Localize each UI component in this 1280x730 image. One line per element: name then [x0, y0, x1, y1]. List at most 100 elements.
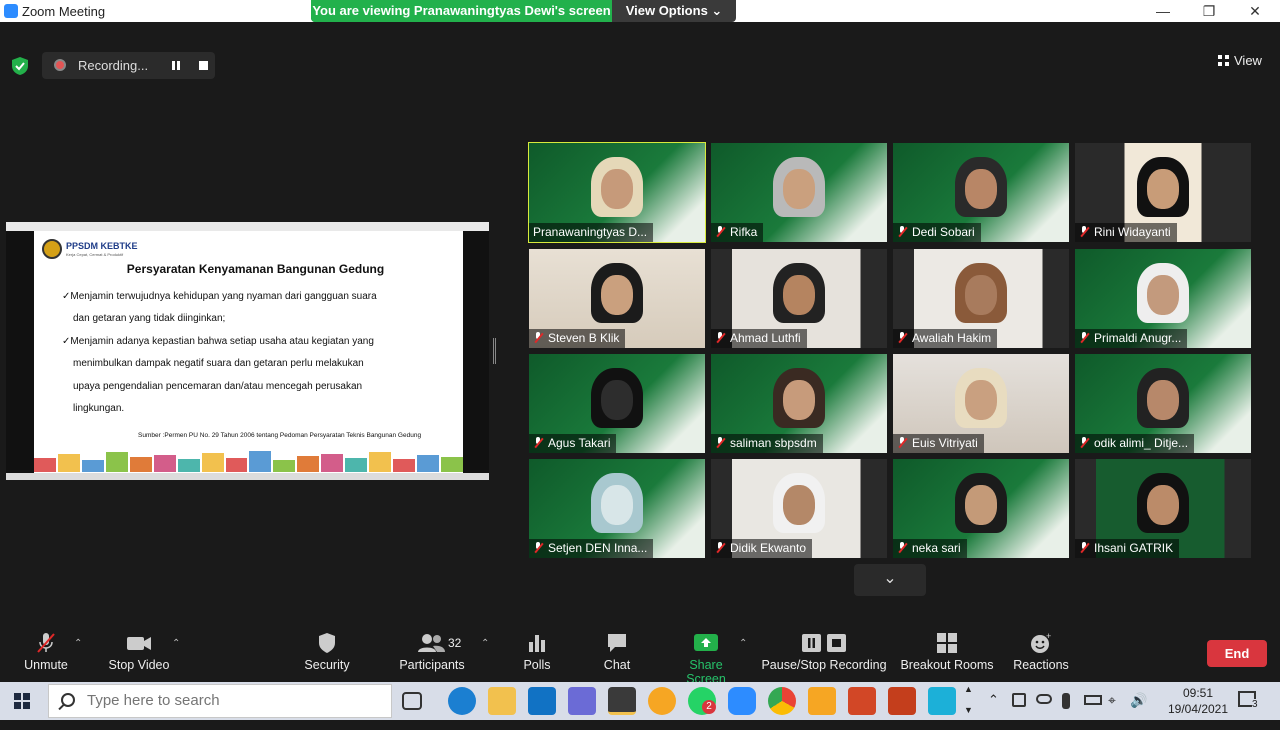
video-options-chevron-icon[interactable]: ⌃: [172, 638, 180, 649]
participant-face: [783, 169, 815, 209]
share-options-chevron-icon[interactable]: ⌃: [739, 638, 747, 649]
taskbar-clock[interactable]: 09:51 19/04/2021: [1166, 682, 1230, 720]
reactions-button[interactable]: + Reactions: [1010, 622, 1072, 682]
view-button[interactable]: View: [1218, 53, 1262, 68]
pause-stop-recording-button[interactable]: Pause/Stop Recording: [760, 622, 888, 682]
acrobat-icon[interactable]: [848, 687, 876, 715]
participant-tile[interactable]: saliman sbpsdm: [711, 354, 887, 453]
pause-recording-icon[interactable]: [172, 61, 180, 70]
file-explorer-icon[interactable]: [488, 687, 516, 715]
notifications-icon[interactable]: 3: [1238, 691, 1258, 710]
screen-share-banner: You are viewing Pranawaningtyas Dewi's s…: [311, 0, 736, 22]
gallery-next-page-button[interactable]: ⌄: [854, 564, 926, 596]
participant-name-text: Dedi Sobari: [912, 225, 975, 239]
participant-tile[interactable]: Agus Takari: [529, 354, 705, 453]
slide-bullet-2-line-2: menimbulkan dampak negatif suara dan get…: [73, 358, 364, 369]
meeting-area: Recording... View PPSDM KEBTKE Kerja Cep…: [0, 22, 1280, 622]
participants-label: Participants: [399, 658, 465, 672]
breakout-rooms-button[interactable]: Breakout Rooms: [900, 622, 994, 682]
houses-illustration: [34, 450, 463, 472]
clock-date: 19/04/2021: [1167, 702, 1229, 716]
muted-mic-icon: [1079, 332, 1089, 343]
wifi-icon[interactable]: ⌖: [1108, 692, 1116, 730]
taskbar-scroll-icon[interactable]: ▲ ▼: [964, 682, 982, 720]
windows-start-icon[interactable]: [14, 693, 30, 709]
zoom-taskbar-icon[interactable]: [728, 687, 756, 715]
volume-icon[interactable]: 🔊: [1130, 692, 1147, 730]
participant-name-text: Euis Vitriyati: [912, 436, 978, 450]
participant-name-text: neka sari: [912, 541, 961, 555]
slide-bullet-1-line-2: dan getaran yang tidak diinginkan;: [73, 313, 226, 324]
reactions-smiley-icon: +: [1031, 632, 1051, 653]
shield-icon[interactable]: [12, 57, 28, 75]
share-screen-button[interactable]: Share Screen: [668, 622, 744, 686]
participant-name: Awaliah Hakim: [893, 329, 998, 348]
media-player-icon[interactable]: [808, 687, 836, 715]
participant-tile[interactable]: Primaldi Anugr...: [1075, 249, 1251, 348]
participant-name-text: odik alimi_ Ditje...: [1094, 436, 1189, 450]
audio-options-chevron-icon[interactable]: ⌃: [74, 638, 82, 649]
participant-tile[interactable]: Steven B Klik: [529, 249, 705, 348]
breakout-rooms-icon: [937, 633, 957, 653]
meet-now-icon[interactable]: [1012, 693, 1026, 707]
participant-name: Steven B Klik: [529, 329, 626, 348]
minimize-button[interactable]: —: [1140, 0, 1186, 22]
participants-chevron-icon[interactable]: ⌃: [481, 638, 489, 649]
participant-tile[interactable]: Pranawaningtyas D...: [528, 142, 706, 243]
end-meeting-button[interactable]: End: [1207, 640, 1267, 667]
view-options-button[interactable]: View Options ⌄: [612, 0, 736, 22]
taskbar-search[interactable]: [48, 684, 392, 718]
edge-browser-icon[interactable]: [448, 687, 476, 715]
participants-button[interactable]: Participants: [396, 622, 468, 682]
participant-tile[interactable]: Didik Ekwanto: [711, 459, 887, 558]
unmute-button[interactable]: Unmute: [16, 622, 76, 682]
stop-video-button[interactable]: Stop Video: [102, 622, 176, 682]
participant-tile[interactable]: Awaliah Hakim: [893, 249, 1069, 348]
participant-face: [601, 485, 633, 525]
powerpoint-icon[interactable]: [888, 687, 916, 715]
usb-icon[interactable]: [1062, 693, 1070, 709]
taskbar-search-input[interactable]: [87, 692, 377, 709]
sticky-notes-icon[interactable]: [608, 687, 636, 715]
participant-tile[interactable]: Rini Widayanti: [1075, 143, 1251, 242]
participant-face: [601, 169, 633, 209]
participant-tile[interactable]: Rifka: [711, 143, 887, 242]
recording-label: Recording...: [78, 58, 149, 73]
security-label: Security: [304, 658, 350, 672]
participant-name: odik alimi_ Ditje...: [1075, 434, 1195, 453]
split-drag-handle[interactable]: [493, 338, 496, 364]
mail-icon[interactable]: [528, 687, 556, 715]
close-button[interactable]: ✕: [1232, 0, 1278, 22]
participant-tile[interactable]: odik alimi_ Ditje...: [1075, 354, 1251, 453]
participant-name: Didik Ekwanto: [711, 539, 813, 558]
pen-app-icon[interactable]: [568, 687, 596, 715]
muted-mic-icon: [715, 226, 725, 237]
restore-button[interactable]: ❐: [1186, 0, 1232, 22]
participant-face: [601, 380, 633, 420]
security-button[interactable]: Security: [300, 622, 354, 682]
battery-icon[interactable]: [1084, 695, 1102, 705]
participant-name-text: Awaliah Hakim: [912, 331, 992, 345]
photos-app-icon[interactable]: [648, 687, 676, 715]
viewing-label: You are viewing Pranawaningtyas Dewi's s…: [311, 0, 612, 22]
participant-tile[interactable]: Ihsani GATRIK: [1075, 459, 1251, 558]
pause-stop-recording-label: Pause/Stop Recording: [761, 658, 887, 672]
hidden-icons-chevron-icon[interactable]: ⌃: [988, 692, 999, 730]
participant-tile[interactable]: neka sari: [893, 459, 1069, 558]
participant-tile[interactable]: Dedi Sobari: [893, 143, 1069, 242]
camera-app-icon[interactable]: [928, 687, 956, 715]
stop-video-label: Stop Video: [108, 658, 170, 672]
polls-button[interactable]: Polls: [518, 622, 556, 682]
chat-button[interactable]: Chat: [598, 622, 636, 682]
participant-tile[interactable]: Setjen DEN Inna...: [529, 459, 705, 558]
participant-face: [1147, 275, 1179, 315]
slide-source: Sumber :Permen PU No. 29 Tahun 2006 tent…: [138, 432, 422, 439]
onedrive-icon[interactable]: [1036, 694, 1052, 704]
task-view-icon[interactable]: [402, 692, 422, 710]
stop-recording-icon[interactable]: [199, 61, 208, 70]
slide-brand: PPSDM KEBTKE: [66, 241, 138, 251]
participant-tile[interactable]: Ahmad Luthfi: [711, 249, 887, 348]
participant-tile[interactable]: Euis Vitriyati: [893, 354, 1069, 453]
slide-bullet-1-line-1: ✓Menjamin terwujudnya kehidupan yang nya…: [62, 291, 377, 302]
chrome-icon[interactable]: [768, 687, 796, 715]
